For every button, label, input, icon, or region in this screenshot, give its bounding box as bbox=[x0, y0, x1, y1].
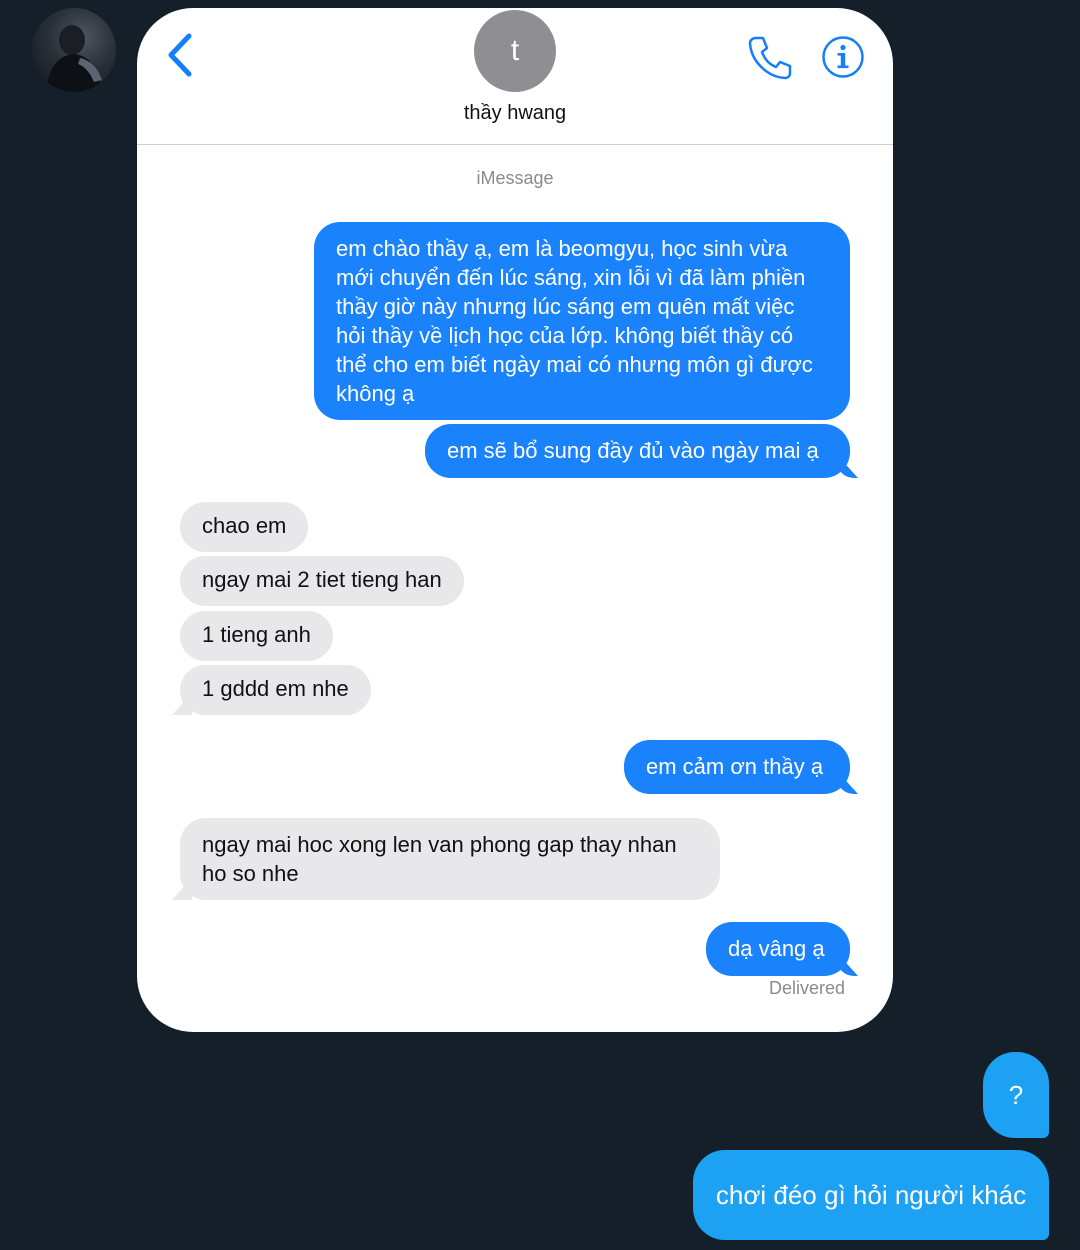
incoming-message[interactable]: 1 tieng anh bbox=[180, 611, 333, 661]
incoming-message[interactable]: ngay mai hoc xong len van phong gap thay… bbox=[180, 818, 720, 900]
reply-message[interactable]: ? bbox=[983, 1052, 1049, 1138]
outgoing-message[interactable]: em cảm ơn thầy ạ bbox=[624, 740, 850, 794]
info-button[interactable] bbox=[821, 35, 865, 79]
call-button[interactable] bbox=[747, 34, 793, 80]
outgoing-message[interactable]: em chào thầy ạ, em là beomgyu, học sinh … bbox=[314, 222, 850, 420]
incoming-message[interactable]: 1 gddd em nhe bbox=[180, 665, 371, 715]
incoming-message[interactable]: ngay mai 2 tiet tieng han bbox=[180, 556, 464, 606]
outgoing-message[interactable]: dạ vâng ạ bbox=[706, 922, 850, 976]
delivery-status: Delivered bbox=[768, 978, 845, 998]
contact-name[interactable]: thầy hwang bbox=[137, 102, 893, 125]
profile-avatar[interactable] bbox=[32, 8, 116, 92]
reply-text: chơi đéo gì hỏi người khác bbox=[715, 1180, 1027, 1210]
service-label: iMessage bbox=[476, 168, 554, 188]
back-chevron-icon bbox=[168, 33, 192, 77]
contact-avatar[interactable]: t bbox=[474, 10, 556, 92]
info-icon bbox=[822, 36, 864, 78]
outgoing-message[interactable]: em sẽ bổ sung đầy đủ vào ngày mai ạ bbox=[425, 424, 850, 478]
message-screenshot: t thầy hwang iMessage em chào thầy ạ, em… bbox=[137, 8, 893, 1032]
conversation-header: t thầy hwang bbox=[137, 8, 893, 145]
back-button[interactable] bbox=[159, 30, 199, 80]
phone-icon bbox=[748, 36, 792, 80]
incoming-message[interactable]: chao em bbox=[180, 502, 309, 552]
reply-message[interactable]: chơi đéo gì hỏi người khác bbox=[693, 1150, 1049, 1240]
reply-text: ? bbox=[1008, 1080, 1024, 1110]
